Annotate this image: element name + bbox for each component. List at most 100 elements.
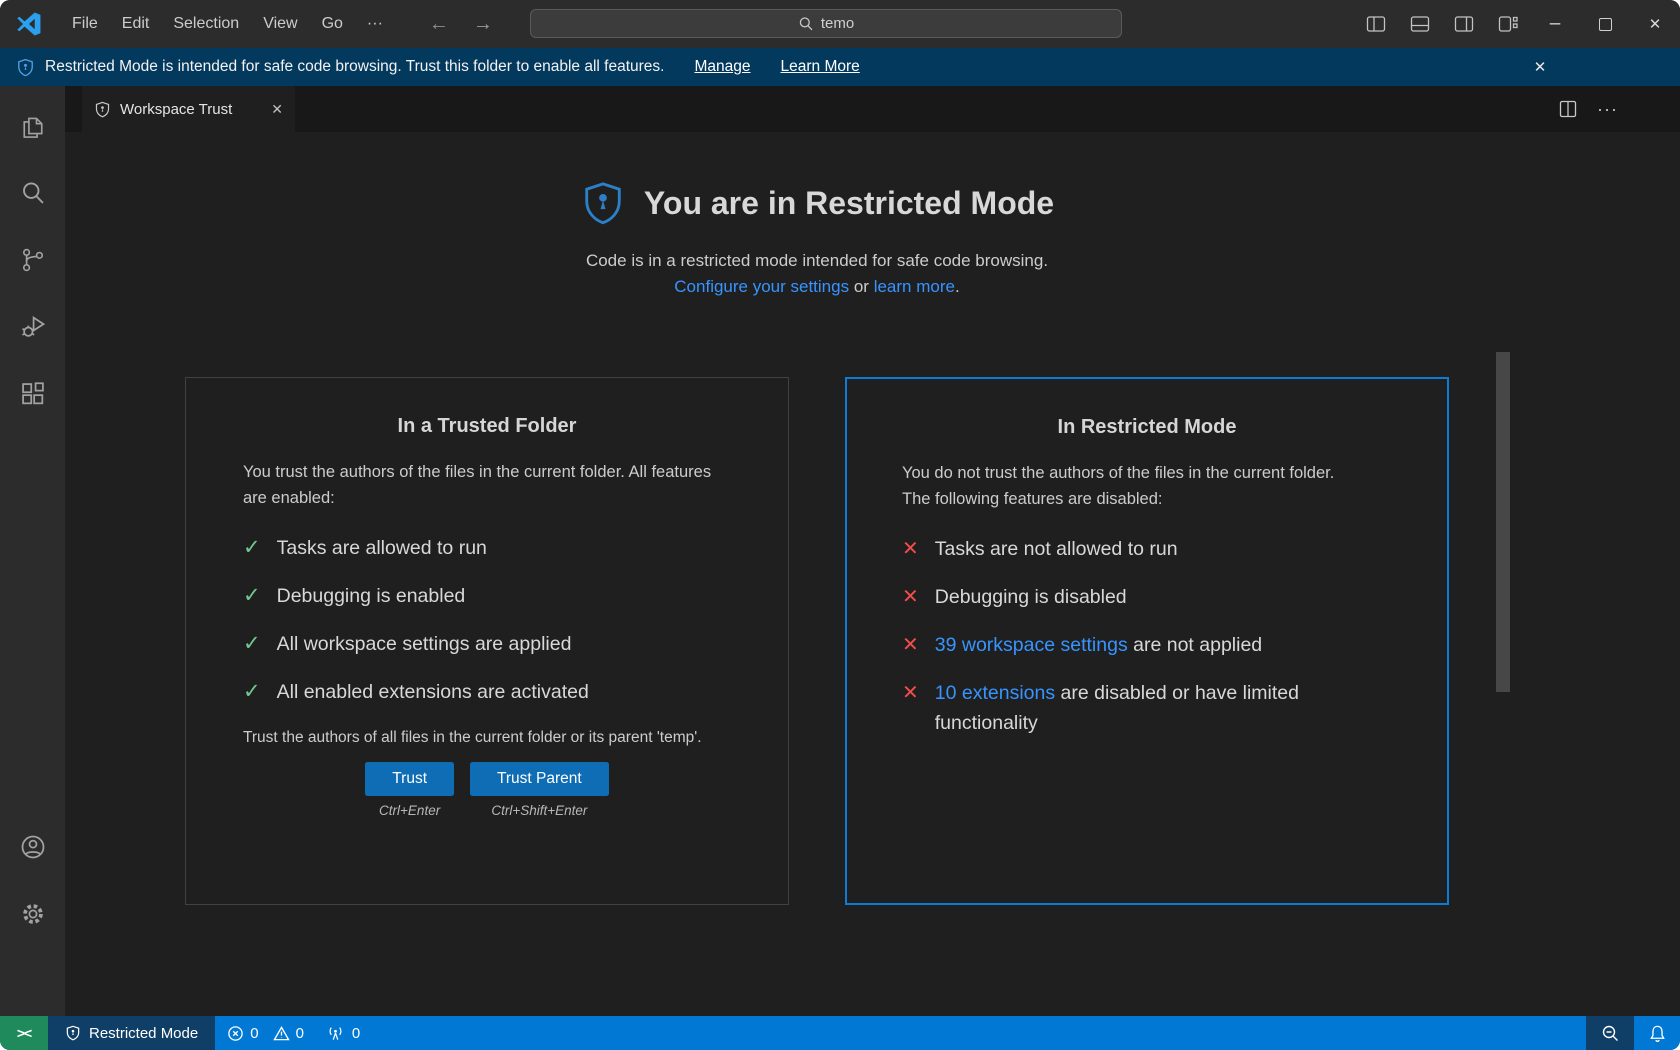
ports-count: 0 — [352, 1025, 360, 1042]
trusted-folder-card: In a Trusted Folder You trust the author… — [185, 377, 789, 905]
trusted-card-footer: Trust the authors of all files in the cu… — [243, 725, 731, 750]
history-back-icon[interactable]: ← — [429, 13, 449, 36]
shield-lock-icon — [580, 180, 626, 226]
cross-icon: ✕ — [902, 582, 919, 612]
configure-settings-link[interactable]: Configure your settings — [674, 277, 849, 296]
settings-gear-icon[interactable] — [9, 890, 57, 938]
maximize-button[interactable] — [1580, 0, 1630, 48]
tab-close-icon[interactable]: ✕ — [271, 101, 283, 118]
vscode-window: File Edit Selection View Go ··· ← → temo — [0, 0, 1680, 1050]
status-problems[interactable]: 0 0 — [227, 1025, 312, 1042]
command-center-search[interactable]: temo — [530, 9, 1122, 38]
list-item: ✓ Tasks are allowed to run — [243, 533, 731, 563]
cross-icon: ✕ — [902, 678, 919, 708]
menu-overflow-icon[interactable]: ··· — [355, 0, 395, 48]
extensions-icon[interactable] — [9, 370, 57, 418]
history-forward-icon[interactable]: → — [473, 13, 493, 36]
notifications-bell[interactable] — [1634, 1016, 1680, 1050]
workspace-trust-editor: You are in Restricted Mode Code is in a … — [65, 132, 1680, 1016]
list-item-text: 39 workspace settings are not applied — [935, 630, 1262, 660]
search-value: temo — [821, 15, 854, 32]
status-restricted-mode[interactable]: Restricted Mode — [48, 1016, 215, 1050]
list-item: ✕ Debugging is disabled — [902, 582, 1392, 612]
banner-close-icon[interactable]: ✕ — [1524, 48, 1556, 86]
list-item: ✕ 10 extensions are disabled or have limi… — [902, 678, 1392, 738]
restricted-mode-card: In Restricted Mode You do not trust the … — [845, 377, 1449, 905]
toggle-panel-icon[interactable] — [1398, 0, 1442, 48]
editor-scrollbar[interactable] — [1496, 352, 1510, 692]
workspace-trust-icon — [94, 101, 111, 118]
tab-title: Workspace Trust — [120, 101, 232, 118]
menu-view[interactable]: View — [251, 0, 309, 48]
editor-more-actions-icon[interactable]: ··· — [1597, 99, 1618, 120]
explorer-icon[interactable] — [9, 102, 57, 150]
period-text: . — [955, 277, 960, 296]
list-item-text: Debugging is disabled — [935, 582, 1127, 612]
trusted-card-title: In a Trusted Folder — [243, 415, 731, 438]
page-title: You are in Restricted Mode — [644, 185, 1054, 222]
shield-icon — [65, 1025, 81, 1041]
status-ports[interactable]: 0 — [326, 1025, 360, 1042]
banner-learn-more-link[interactable]: Learn More — [781, 58, 860, 76]
search-sidebar-icon[interactable] — [9, 169, 57, 217]
restricted-feature-list: ✕Tasks are not allowed to run ✕ Debugging… — [902, 534, 1392, 738]
check-icon: ✓ — [243, 581, 261, 611]
close-window-button[interactable]: ✕ — [1630, 0, 1680, 48]
list-item-text: 10 extensions are disabled or have limit… — [935, 678, 1392, 738]
list-item: ✕ 39 workspace settings are not applied — [902, 630, 1392, 660]
tab-workspace-trust[interactable]: Workspace Trust ✕ — [82, 86, 295, 132]
trust-button[interactable]: Trust — [365, 762, 454, 796]
restricted-mode-label: Restricted Mode — [89, 1025, 198, 1042]
menu-file[interactable]: File — [60, 0, 110, 48]
search-icon — [798, 16, 814, 32]
restricted-card-description: You do not trust the authors of the file… — [902, 460, 1392, 512]
cross-icon: ✕ — [902, 630, 919, 660]
list-item: ✓All workspace settings are applied — [243, 629, 731, 659]
remote-icon: >< — [17, 1025, 31, 1041]
menu-selection[interactable]: Selection — [161, 0, 251, 48]
status-bar: >< Restricted Mode 0 0 0 — [0, 1016, 1680, 1050]
account-icon[interactable] — [9, 823, 57, 871]
trust-buttons-row: Trust Ctrl+Enter Trust Parent Ctrl+Shift… — [243, 762, 731, 818]
subtitle-line1: Code is in a restricted mode intended fo… — [185, 248, 1449, 274]
list-item-text: All enabled extensions are activated — [277, 677, 589, 707]
workbench-body: Workspace Trust ✕ ··· You are — [0, 86, 1680, 1016]
minimize-button[interactable]: – — [1530, 0, 1580, 48]
editor-actions: ··· — [1559, 86, 1618, 132]
titlebar: File Edit Selection View Go ··· ← → temo — [0, 0, 1680, 48]
menu-edit[interactable]: Edit — [110, 0, 162, 48]
run-and-debug-icon[interactable] — [9, 303, 57, 351]
activity-bar — [0, 86, 65, 1016]
banner-manage-link[interactable]: Manage — [694, 58, 750, 76]
trust-parent-button[interactable]: Trust Parent — [470, 762, 609, 796]
activity-bar-bottom — [9, 823, 57, 1016]
trust-parent-button-group: Trust Parent Ctrl+Shift+Enter — [470, 762, 609, 818]
warning-icon — [273, 1025, 290, 1042]
menu-go[interactable]: Go — [310, 0, 355, 48]
source-control-icon[interactable] — [9, 236, 57, 284]
list-item-text: Tasks are allowed to run — [277, 533, 487, 563]
vscode-logo-icon — [16, 11, 42, 37]
or-text: or — [854, 277, 869, 296]
toggle-secondary-sidebar-icon[interactable] — [1442, 0, 1486, 48]
warning-count: 0 — [296, 1025, 304, 1042]
split-editor-icon[interactable] — [1559, 100, 1577, 118]
trust-parent-shortcut: Ctrl+Shift+Enter — [491, 803, 587, 818]
extensions-link[interactable]: 10 extensions — [935, 682, 1055, 704]
list-item: ✓Debugging is enabled — [243, 581, 731, 611]
list-item: ✕Tasks are not allowed to run — [902, 534, 1392, 564]
restricted-desc-line2: The following features are disabled: — [902, 490, 1163, 508]
titlebar-actions: – ✕ — [1354, 0, 1680, 48]
trusted-card-description: You trust the authors of the files in th… — [243, 459, 731, 511]
trusted-feature-list: ✓ Tasks are allowed to run ✓Debugging is … — [243, 533, 731, 707]
customize-layout-icon[interactable] — [1486, 0, 1530, 48]
workspace-settings-link[interactable]: 39 workspace settings — [935, 634, 1128, 656]
editor-region: Workspace Trust ✕ ··· You are — [65, 86, 1680, 1016]
check-icon: ✓ — [243, 533, 261, 563]
learn-more-link[interactable]: learn more — [874, 277, 955, 296]
zoom-out-indicator[interactable] — [1586, 1016, 1634, 1050]
page-subtitle: Code is in a restricted mode intended fo… — [185, 248, 1449, 300]
toggle-primary-sidebar-icon[interactable] — [1354, 0, 1398, 48]
list-item-text: All workspace settings are applied — [277, 629, 572, 659]
remote-indicator[interactable]: >< — [0, 1016, 48, 1050]
